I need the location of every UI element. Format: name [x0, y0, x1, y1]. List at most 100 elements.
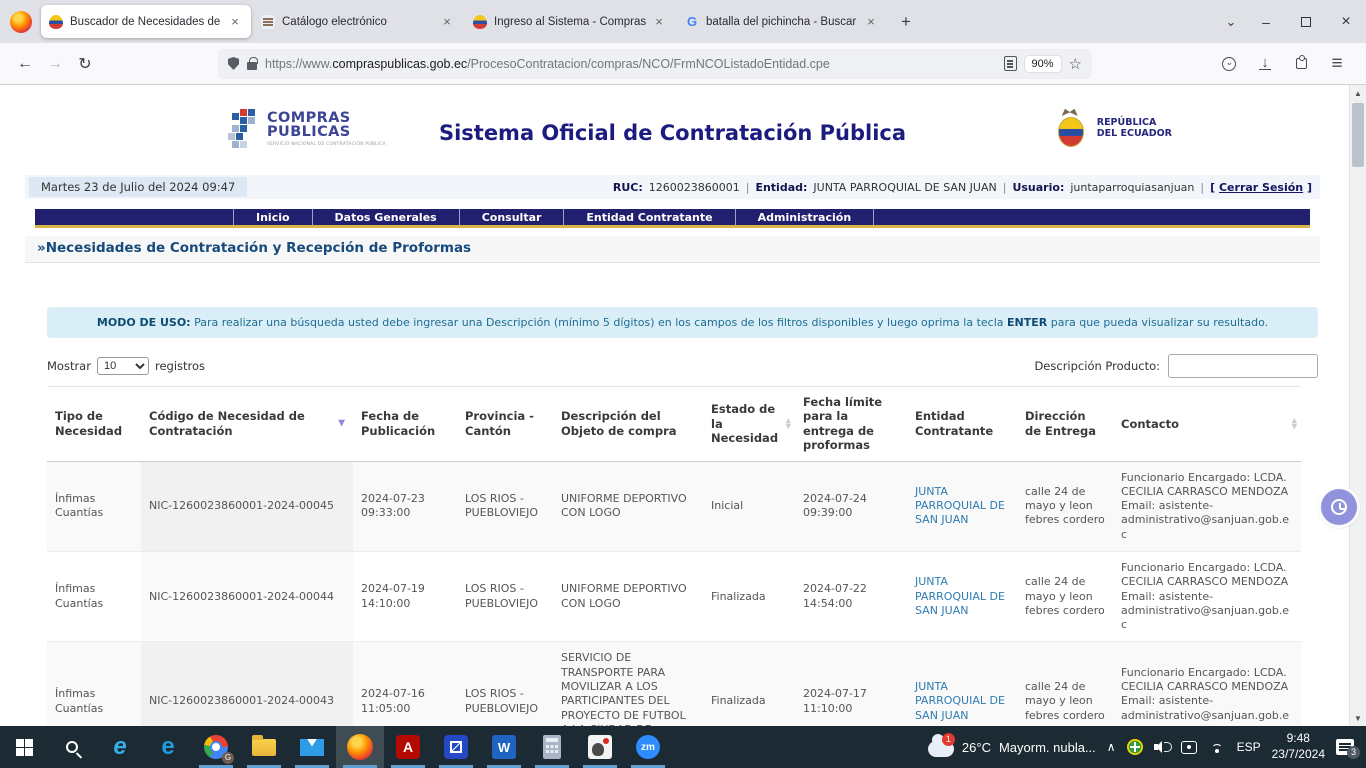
ecuador-crest-favicon	[473, 15, 487, 29]
weather-temp: 26°C	[962, 740, 991, 755]
language-indicator[interactable]: ESP	[1237, 740, 1261, 754]
wifi-icon[interactable]	[1208, 740, 1226, 754]
scrollbar-thumb[interactable]	[1352, 103, 1364, 167]
nav-item-consultar[interactable]: Consultar	[460, 209, 565, 225]
tracking-protection-shield-icon[interactable]	[228, 57, 239, 70]
nav-item-inicio[interactable]: Inicio	[233, 209, 313, 225]
col-fecha-publicacion[interactable]: Fecha de Publicación	[353, 387, 457, 462]
taskbar-acrobat[interactable]: A	[384, 726, 432, 768]
sort-desc-icon[interactable]	[338, 418, 345, 429]
col-contacto[interactable]: Contacto	[1113, 387, 1301, 462]
tab-close-icon[interactable]	[227, 14, 243, 29]
new-tab-button[interactable]	[901, 12, 911, 32]
col-provincia-canton[interactable]: Provincia - Cantón	[457, 387, 553, 462]
col-tipo-necesidad[interactable]: Tipo de Necesidad	[47, 387, 141, 462]
taskbar-file-explorer[interactable]	[240, 726, 288, 768]
back-button[interactable]	[10, 49, 40, 79]
product-filter-label: Descripción Producto:	[1034, 359, 1160, 373]
clock-date: 23/7/2024	[1272, 747, 1325, 763]
action-center-icon[interactable]: 3	[1336, 739, 1354, 755]
url-bar[interactable]: https://www.compraspublicas.gob.ec/Proce…	[218, 49, 1092, 79]
scroll-up-arrow-icon[interactable]	[1350, 85, 1366, 101]
url-text[interactable]: https://www.compraspublicas.gob.ec/Proce…	[265, 57, 996, 71]
republic-line1: REPÚBLICA	[1097, 117, 1172, 128]
firefox-logo-icon	[10, 11, 32, 33]
taskbar-scan-app[interactable]	[432, 726, 480, 768]
republic-ecuador-logo: REPÚBLICA DEL ECUADOR	[1050, 105, 1172, 151]
tab-close-icon[interactable]	[651, 14, 667, 29]
tab-buscador-necesidades[interactable]: Buscador de Necesidades de Co	[41, 5, 251, 38]
taskbar-internet-explorer[interactable]: e	[96, 726, 144, 768]
toolbar-right	[1214, 49, 1356, 79]
entity-link[interactable]: JUNTA PARROQUIAL DE SAN JUAN	[915, 485, 1005, 527]
session-info: RUC: 1260023860001 Entidad: JUNTA PARROQ…	[613, 181, 1316, 194]
col-descripcion-objeto[interactable]: Descripción del Objeto de compra	[553, 387, 703, 462]
entity-link[interactable]: JUNTA PARROQUIAL DE SAN JUAN	[915, 575, 1005, 617]
forward-button[interactable]	[40, 49, 70, 79]
nav-item-entidad-contratante[interactable]: Entidad Contratante	[564, 209, 735, 225]
list-all-tabs-icon[interactable]	[1216, 14, 1246, 30]
cell-entidad: JUNTA PARROQUIAL DE SAN JUAN	[907, 642, 1017, 726]
taskbar-mail[interactable]	[288, 726, 336, 768]
page-size-select[interactable]: 10	[97, 357, 149, 375]
sort-both-icon[interactable]	[786, 417, 791, 430]
entity-value: JUNTA PARROQUIAL DE SAN JUAN	[813, 181, 996, 194]
nav-item-datos-generales[interactable]: Datos Generales	[313, 209, 460, 225]
logout-link[interactable]: [ Cerrar Sesión ]	[1210, 181, 1312, 194]
app-menu-icon[interactable]	[1322, 49, 1352, 79]
col-estado-necesidad[interactable]: Estado de la Necesidad	[703, 387, 795, 462]
sort-both-icon[interactable]	[1292, 417, 1297, 430]
firefox-icon	[347, 734, 373, 760]
antivirus-tray-icon[interactable]	[1127, 739, 1143, 755]
taskbar-clock[interactable]: 9:48 23/7/2024	[1272, 731, 1325, 762]
col-codigo-necesidad[interactable]: Código de Necesidad de Contratación	[141, 387, 353, 462]
page-scrollbar[interactable]	[1349, 85, 1366, 726]
reload-button[interactable]	[70, 49, 100, 79]
cell-estado: Finalizada	[703, 642, 795, 726]
tab-ingreso-sistema[interactable]: Ingreso al Sistema - Compras P	[465, 5, 675, 38]
cell-descripcion: UNIFORME DEPORTIVO CON LOGO	[553, 461, 703, 551]
col-fecha-limite[interactable]: Fecha límite para la entrega de proforma…	[795, 387, 907, 462]
tab-close-icon[interactable]	[863, 14, 879, 29]
page-viewport: COMPRAS PUBLICAS SERVICIO NACIONAL DE CO…	[0, 85, 1366, 726]
volume-icon[interactable]	[1154, 740, 1170, 754]
cell-contacto: Funcionario Encargado: LCDA. CECILIA CAR…	[1113, 461, 1301, 551]
cell-fecha-publicacion: 2024-07-16 11:05:00	[353, 642, 457, 726]
reader-mode-icon[interactable]	[1004, 56, 1017, 71]
timer-extension-widget[interactable]	[1321, 489, 1357, 525]
col-direccion-entrega[interactable]: Dirección de Entrega	[1017, 387, 1113, 462]
taskbar-java-app[interactable]	[576, 726, 624, 768]
tab-close-icon[interactable]	[439, 14, 455, 29]
window-minimize-button[interactable]	[1246, 0, 1286, 43]
taskbar-chrome[interactable]: G	[192, 726, 240, 768]
https-lock-icon[interactable]	[247, 62, 257, 70]
nav-item-administracion[interactable]: Administración	[736, 209, 875, 225]
taskbar-calculator[interactable]	[528, 726, 576, 768]
taskbar-zoom[interactable]: zm	[624, 726, 672, 768]
scroll-down-arrow-icon[interactable]	[1350, 710, 1366, 726]
meet-now-icon[interactable]	[1181, 741, 1197, 754]
tab-title: Buscador de Necesidades de Co	[70, 16, 223, 28]
tab-google-search[interactable]: G batalla del pichincha - Buscar co	[677, 5, 887, 38]
weather-condition: Mayorm. nubla...	[999, 740, 1096, 755]
extensions-icon[interactable]	[1286, 49, 1316, 79]
cell-direccion: calle 24 de mayo y leon febres cordero	[1017, 642, 1113, 726]
page-zoom-indicator[interactable]: 90%	[1025, 56, 1061, 72]
weather-widget[interactable]: 1 26°C Mayorm. nubla...	[924, 737, 1096, 757]
window-close-button[interactable]	[1326, 0, 1366, 43]
downloads-icon[interactable]	[1250, 49, 1280, 79]
bookmark-star-icon[interactable]	[1069, 55, 1082, 73]
tray-overflow-chevron-icon[interactable]	[1107, 740, 1116, 754]
product-description-input[interactable]	[1168, 354, 1318, 378]
col-entidad-contratante[interactable]: Entidad Contratante	[907, 387, 1017, 462]
tab-catalogo-electronico[interactable]: Catálogo electrónico	[253, 5, 463, 38]
java-app-icon	[588, 735, 612, 759]
window-maximize-button[interactable]	[1286, 0, 1326, 43]
taskbar-firefox[interactable]	[336, 726, 384, 768]
start-button[interactable]	[0, 726, 48, 768]
taskbar-word[interactable]: W	[480, 726, 528, 768]
pocket-icon[interactable]	[1214, 49, 1244, 79]
entity-link[interactable]: JUNTA PARROQUIAL DE SAN JUAN	[915, 680, 1005, 722]
taskbar-search-button[interactable]	[48, 726, 96, 768]
taskbar-edge[interactable]: e	[144, 726, 192, 768]
